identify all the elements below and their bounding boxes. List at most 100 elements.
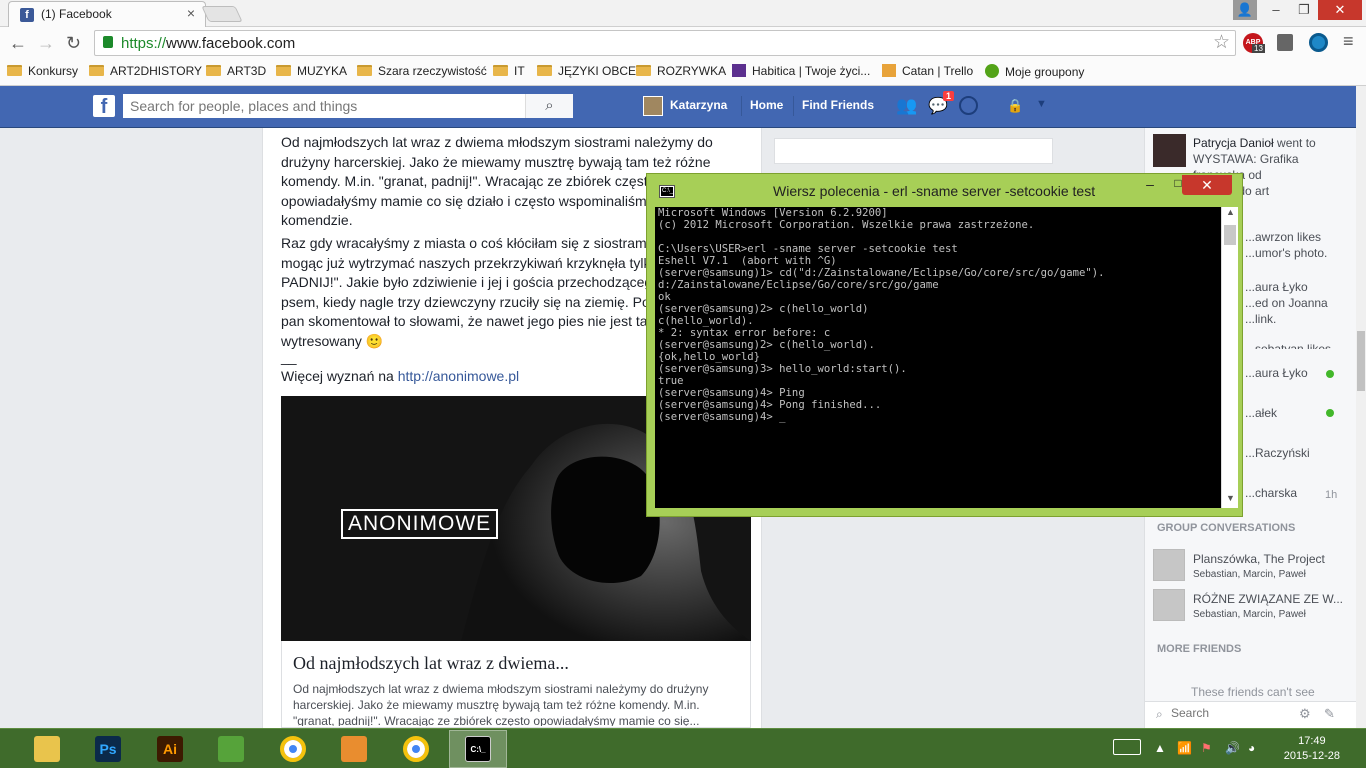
ticker-line: ...ed on Joanna [1245,296,1328,310]
friend-requests-icon[interactable]: 👥 [896,96,917,116]
scroll-down-icon[interactable]: ▼ [1226,493,1235,503]
more-friends-header: MORE FRIENDS [1157,643,1242,655]
avatar[interactable] [643,96,663,116]
group-name[interactable]: RÓŻNE ZWIĄZANE ZE W... [1193,591,1343,607]
minimize-icon[interactable]: – [1139,176,1161,194]
chrome-icon [403,736,429,762]
url-text[interactable]: https://www.facebook.com [121,35,295,52]
keyboard-icon[interactable] [1113,739,1141,755]
bookmark-item[interactable]: Szara rzeczywistość [357,64,487,78]
search-input[interactable] [123,94,523,118]
network-icon[interactable]: 📶 [1177,741,1192,755]
maps-icon [218,736,244,762]
close-window-icon[interactable]: ✕ [1318,0,1362,20]
search-icon[interactable]: ⌕ [525,94,573,118]
extension-globe-icon[interactable] [1309,33,1328,52]
scroll-up-icon[interactable]: ▲ [1226,207,1235,217]
minimize-icon[interactable]: – [1262,0,1290,20]
show-hidden-icons-icon[interactable]: ▲ [1154,741,1166,755]
avatar[interactable] [1153,589,1185,621]
group-name[interactable]: Planszówka, The Project [1193,551,1325,567]
folder-icon [276,65,291,76]
bookmark-item[interactable]: Konkursy [7,64,78,78]
link-title[interactable]: Od najmłodszych lat wraz z dwiema... [293,653,569,674]
bookmark-item[interactable]: ROZRYWKA [636,64,726,78]
scrollbar-thumb[interactable] [1224,225,1236,245]
trello-icon [882,64,896,77]
folder-icon [636,65,651,76]
avatar[interactable] [1153,549,1185,581]
taskbar-app[interactable] [18,730,76,768]
ticker-line[interactable]: ...aura Łyko [1245,279,1308,295]
chat-friend[interactable]: ...charska [1245,485,1297,501]
console-output: Microsoft Windows [Version 6.2.9200] (c)… [658,207,1105,423]
date: 2015-12-28 [1283,750,1340,762]
tab-title: (1) Facebook [41,7,112,21]
taskbar-app[interactable] [325,730,383,768]
notifications-globe-icon[interactable] [959,96,978,115]
lock-icon [103,36,113,48]
chat-friend[interactable]: ...aura Łyko [1245,365,1308,381]
cmd-title-bar[interactable]: C:\_ Wiersz polecenia - erl -sname serve… [647,174,1242,206]
cmd-console[interactable]: Microsoft Windows [Version 6.2.9200] (c)… [655,207,1221,508]
anonimowe-link[interactable]: http://anonimowe.pl [398,368,519,384]
groupon-icon [985,64,999,78]
bookmark-item[interactable]: Habitica | Twoje życi... [732,64,870,78]
avatar[interactable] [1153,134,1186,167]
bookmark-item[interactable]: JĘZYKI OBCE [537,64,636,78]
compose-icon[interactable]: ✎ [1324,706,1335,722]
user-profile-icon[interactable]: 👤 [1233,0,1257,20]
clock[interactable]: 17:49 2015-12-28 [1284,734,1340,764]
ticker-line: ...umor's photo. [1245,246,1328,260]
bookmark-item[interactable]: ART3D [206,64,266,78]
chat-friend[interactable]: ...Raczyński [1245,445,1310,461]
restore-icon[interactable]: ❐ [1290,0,1318,20]
account-menu-icon[interactable]: ▼ [1036,98,1047,110]
link-preview-card[interactable]: Od najmłodszych lat wraz z dwiema... Od … [281,641,751,728]
cmd-icon: C:\_ [465,736,491,762]
scrollbar-thumb[interactable] [1357,331,1365,391]
taskbar-app[interactable]: C:\_ [449,730,507,768]
gear-icon[interactable]: ⚙ [1299,706,1311,722]
ticker-item[interactable]: Patrycja Danioł went to [1193,135,1316,151]
back-icon[interactable]: ← [9,33,27,54]
bookmark-item[interactable]: Catan | Trello [882,64,973,78]
ticker-line: ...link. [1245,312,1277,326]
bookmark-item[interactable]: Moje groupony [985,64,1084,79]
cmd-scrollbar[interactable]: ▲ ▼ [1221,207,1238,508]
bookmark-item[interactable]: MUZYKA [276,64,347,78]
forward-icon[interactable]: → [37,33,55,54]
taskbar-app[interactable]: Ps [79,730,137,768]
nav-divider [793,96,794,116]
home-link[interactable]: Home [750,98,783,112]
find-friends-link[interactable]: Find Friends [802,98,874,112]
reload-icon[interactable]: ↻ [66,33,81,54]
privacy-lock-icon[interactable]: 🔒 [1007,98,1023,114]
extension-icon[interactable] [1277,34,1293,51]
bookmark-star-icon[interactable]: ☆ [1213,31,1230,54]
taskbar-app[interactable]: Ai [141,730,199,768]
chat-friend[interactable]: ...ałek [1245,405,1277,421]
taskbar-app[interactable] [264,730,322,768]
menu-icon[interactable]: ≡ [1343,31,1354,52]
close-icon[interactable]: ✕ [1182,175,1232,195]
chat-search-input[interactable] [1171,706,1281,720]
ticker-line[interactable]: ...awrzon likes [1245,229,1321,245]
close-tab-icon[interactable]: × [187,5,195,21]
address-bar[interactable]: https://www.facebook.com ☆ [94,30,1236,56]
taskbar-app[interactable] [387,730,445,768]
new-tab-button[interactable] [201,6,243,22]
volume-icon[interactable]: 🔊 [1225,741,1240,755]
language-icon[interactable]: ◕ [1248,741,1255,755]
browser-tab[interactable]: f (1) Facebook × [8,1,206,27]
messages-badge: 1 [943,91,955,101]
facebook-logo-icon[interactable]: f [93,95,115,118]
bookmark-item[interactable]: IT [493,64,525,78]
command-prompt-window[interactable]: C:\_ Wiersz polecenia - erl -sname serve… [646,173,1243,517]
browser-tab-strip: f (1) Facebook × 👤 – ❐ ✕ [0,0,1366,27]
page-scrollbar[interactable] [1356,86,1366,728]
taskbar-app[interactable] [202,730,260,768]
bookmark-item[interactable]: ART2DHISTORY [89,64,202,78]
profile-link[interactable]: Katarzyna [670,98,727,112]
action-center-icon[interactable]: ⚑ [1201,741,1212,755]
